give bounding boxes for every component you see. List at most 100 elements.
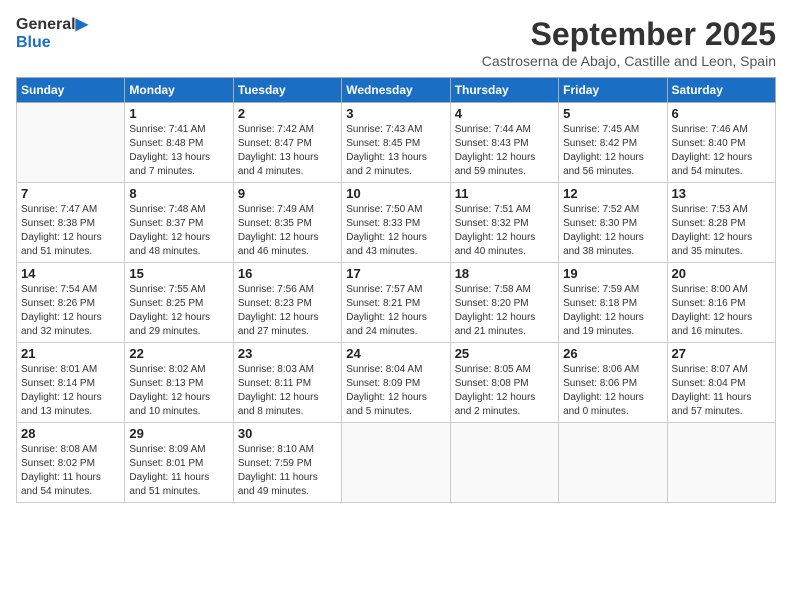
- header-monday: Monday: [125, 78, 233, 103]
- day-cell: 2Sunrise: 7:42 AM Sunset: 8:47 PM Daylig…: [233, 103, 341, 183]
- day-cell: [450, 423, 558, 503]
- day-info: Sunrise: 8:10 AM Sunset: 7:59 PM Dayligh…: [238, 443, 337, 499]
- day-cell: [17, 103, 125, 183]
- header-saturday: Saturday: [667, 78, 775, 103]
- day-cell: 15 Sunrise: 7:55 AM Sunset: 8:25 PM Dayli…: [125, 263, 233, 343]
- day-info: Sunrise: 7:55 AM Sunset: 8:25 PM Dayligh…: [129, 283, 228, 339]
- day-cell: 27Sunrise: 8:07 AM Sunset: 8:04 PM Dayli…: [667, 343, 775, 423]
- header-row: SundayMondayTuesdayWednesdayThursdayFrid…: [17, 78, 776, 103]
- day-info: Sunrise: 7:48 AM Sunset: 8:37 PM Dayligh…: [129, 203, 228, 259]
- day-info: Sunrise: 8:02 AM Sunset: 8:13 PM Dayligh…: [129, 363, 228, 419]
- day-cell: 1 Sunrise: 7:41 AM Sunset: 8:48 PM Daylig…: [125, 103, 233, 183]
- day-number: 9: [238, 186, 337, 201]
- day-number: 12: [563, 186, 662, 201]
- logo-general: General▶: [16, 16, 88, 34]
- day-cell: 25 Sunrise: 8:05 AM Sunset: 8:08 PM Dayli…: [450, 343, 558, 423]
- day-cell: 16Sunrise: 7:56 AM Sunset: 8:23 PM Dayli…: [233, 263, 341, 343]
- day-cell: 22 Sunrise: 8:02 AM Sunset: 8:13 PM Dayli…: [125, 343, 233, 423]
- day-number: 30: [238, 426, 337, 441]
- day-info: Sunrise: 7:45 AM Sunset: 8:42 PM Dayligh…: [563, 123, 662, 179]
- day-number: 11: [455, 186, 554, 201]
- day-cell: 9 Sunrise: 7:49 AM Sunset: 8:35 PM Daylig…: [233, 183, 341, 263]
- day-cell: [667, 423, 775, 503]
- day-cell: 17 Sunrise: 7:57 AM Sunset: 8:21 PM Dayli…: [342, 263, 450, 343]
- day-info: Sunrise: 8:08 AM Sunset: 8:02 PM Dayligh…: [21, 443, 120, 499]
- day-number: 8: [129, 186, 228, 201]
- day-number: 24: [346, 346, 445, 361]
- month-title: September 2025: [482, 16, 776, 53]
- day-cell: 6 Sunrise: 7:46 AM Sunset: 8:40 PM Daylig…: [667, 103, 775, 183]
- day-info: Sunrise: 8:05 AM Sunset: 8:08 PM Dayligh…: [455, 363, 554, 419]
- header-friday: Friday: [559, 78, 667, 103]
- day-cell: 24Sunrise: 8:04 AM Sunset: 8:09 PM Dayli…: [342, 343, 450, 423]
- day-number: 27: [672, 346, 771, 361]
- title-block: September 2025 Castroserna de Abajo, Cas…: [482, 16, 776, 69]
- day-cell: 7Sunrise: 7:47 AM Sunset: 8:38 PM Daylig…: [17, 183, 125, 263]
- day-cell: 14 Sunrise: 7:54 AM Sunset: 8:26 PM Dayli…: [17, 263, 125, 343]
- day-info: Sunrise: 8:06 AM Sunset: 8:06 PM Dayligh…: [563, 363, 662, 419]
- day-number: 29: [129, 426, 228, 441]
- day-info: Sunrise: 7:41 AM Sunset: 8:48 PM Dayligh…: [129, 123, 228, 179]
- day-info: Sunrise: 7:54 AM Sunset: 8:26 PM Dayligh…: [21, 283, 120, 339]
- day-cell: 5 Sunrise: 7:45 AM Sunset: 8:42 PM Daylig…: [559, 103, 667, 183]
- day-cell: 8 Sunrise: 7:48 AM Sunset: 8:37 PM Daylig…: [125, 183, 233, 263]
- day-info: Sunrise: 7:52 AM Sunset: 8:30 PM Dayligh…: [563, 203, 662, 259]
- day-info: Sunrise: 8:00 AM Sunset: 8:16 PM Dayligh…: [672, 283, 771, 339]
- day-cell: 28 Sunrise: 8:08 AM Sunset: 8:02 PM Dayli…: [17, 423, 125, 503]
- day-number: 28: [21, 426, 120, 441]
- day-info: Sunrise: 7:56 AM Sunset: 8:23 PM Dayligh…: [238, 283, 337, 339]
- location-title: Castroserna de Abajo, Castille and Leon,…: [482, 53, 776, 69]
- day-number: 25: [455, 346, 554, 361]
- day-cell: [342, 423, 450, 503]
- day-cell: 10Sunrise: 7:50 AM Sunset: 8:33 PM Dayli…: [342, 183, 450, 263]
- page-header: General▶ Blue September 2025 Castroserna…: [16, 16, 776, 69]
- day-cell: 18 Sunrise: 7:58 AM Sunset: 8:20 PM Dayli…: [450, 263, 558, 343]
- day-number: 21: [21, 346, 120, 361]
- day-info: Sunrise: 7:42 AM Sunset: 8:47 PM Dayligh…: [238, 123, 337, 179]
- week-row-5: 28 Sunrise: 8:08 AM Sunset: 8:02 PM Dayli…: [17, 423, 776, 503]
- day-info: Sunrise: 7:50 AM Sunset: 8:33 PM Dayligh…: [346, 203, 445, 259]
- calendar-table: SundayMondayTuesdayWednesdayThursdayFrid…: [16, 77, 776, 503]
- day-cell: 12 Sunrise: 7:52 AM Sunset: 8:30 PM Dayli…: [559, 183, 667, 263]
- week-row-2: 7Sunrise: 7:47 AM Sunset: 8:38 PM Daylig…: [17, 183, 776, 263]
- day-number: 6: [672, 106, 771, 121]
- day-number: 14: [21, 266, 120, 281]
- header-wednesday: Wednesday: [342, 78, 450, 103]
- week-row-1: 1 Sunrise: 7:41 AM Sunset: 8:48 PM Daylig…: [17, 103, 776, 183]
- logo: General▶ Blue: [16, 16, 88, 51]
- day-info: Sunrise: 7:53 AM Sunset: 8:28 PM Dayligh…: [672, 203, 771, 259]
- day-info: Sunrise: 7:57 AM Sunset: 8:21 PM Dayligh…: [346, 283, 445, 339]
- day-number: 5: [563, 106, 662, 121]
- day-cell: 30 Sunrise: 8:10 AM Sunset: 7:59 PM Dayli…: [233, 423, 341, 503]
- week-row-4: 21Sunrise: 8:01 AM Sunset: 8:14 PM Dayli…: [17, 343, 776, 423]
- header-tuesday: Tuesday: [233, 78, 341, 103]
- day-cell: 29 Sunrise: 8:09 AM Sunset: 8:01 PM Dayli…: [125, 423, 233, 503]
- day-info: Sunrise: 7:49 AM Sunset: 8:35 PM Dayligh…: [238, 203, 337, 259]
- day-number: 23: [238, 346, 337, 361]
- header-sunday: Sunday: [17, 78, 125, 103]
- day-info: Sunrise: 8:03 AM Sunset: 8:11 PM Dayligh…: [238, 363, 337, 419]
- day-cell: [559, 423, 667, 503]
- day-cell: 23 Sunrise: 8:03 AM Sunset: 8:11 PM Dayli…: [233, 343, 341, 423]
- day-info: Sunrise: 7:47 AM Sunset: 8:38 PM Dayligh…: [21, 203, 120, 259]
- day-number: 17: [346, 266, 445, 281]
- day-info: Sunrise: 7:46 AM Sunset: 8:40 PM Dayligh…: [672, 123, 771, 179]
- day-cell: 26 Sunrise: 8:06 AM Sunset: 8:06 PM Dayli…: [559, 343, 667, 423]
- day-number: 26: [563, 346, 662, 361]
- day-number: 18: [455, 266, 554, 281]
- day-number: 1: [129, 106, 228, 121]
- day-number: 20: [672, 266, 771, 281]
- day-info: Sunrise: 7:59 AM Sunset: 8:18 PM Dayligh…: [563, 283, 662, 339]
- day-number: 4: [455, 106, 554, 121]
- logo-blue: Blue: [16, 34, 88, 52]
- day-number: 22: [129, 346, 228, 361]
- day-cell: 20 Sunrise: 8:00 AM Sunset: 8:16 PM Dayli…: [667, 263, 775, 343]
- day-number: 15: [129, 266, 228, 281]
- day-info: Sunrise: 7:58 AM Sunset: 8:20 PM Dayligh…: [455, 283, 554, 339]
- day-info: Sunrise: 7:51 AM Sunset: 8:32 PM Dayligh…: [455, 203, 554, 259]
- day-cell: 21Sunrise: 8:01 AM Sunset: 8:14 PM Dayli…: [17, 343, 125, 423]
- day-info: Sunrise: 8:09 AM Sunset: 8:01 PM Dayligh…: [129, 443, 228, 499]
- week-row-3: 14 Sunrise: 7:54 AM Sunset: 8:26 PM Dayli…: [17, 263, 776, 343]
- day-cell: 4Sunrise: 7:44 AM Sunset: 8:43 PM Daylig…: [450, 103, 558, 183]
- day-cell: 11 Sunrise: 7:51 AM Sunset: 8:32 PM Dayli…: [450, 183, 558, 263]
